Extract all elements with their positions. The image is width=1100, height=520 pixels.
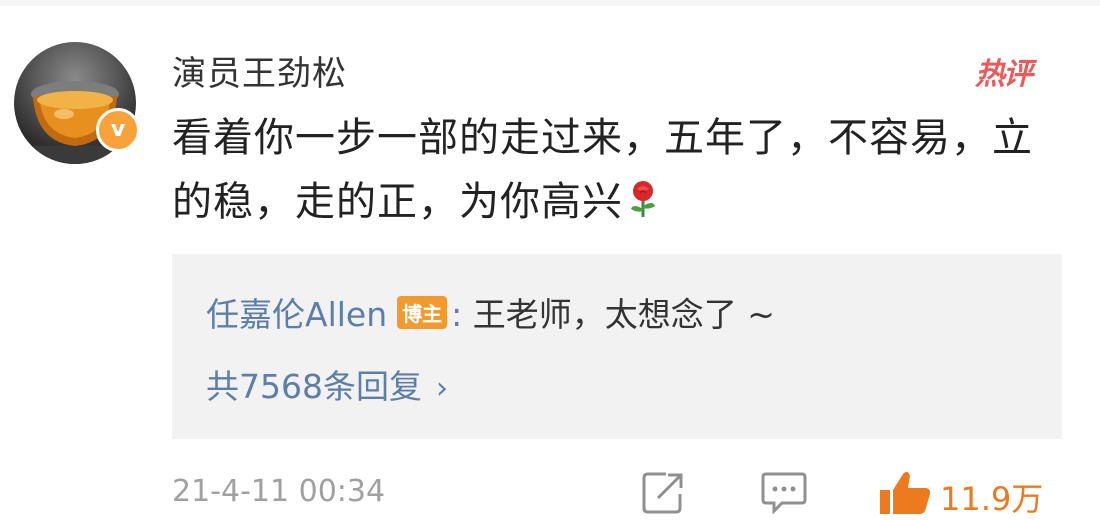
reply-separator: : bbox=[451, 295, 473, 334]
comment-body: 看着你一步一部的走过来，五年了，不容易，立的稳，走的正，为你高兴 bbox=[172, 106, 1052, 238]
reply-author[interactable]: 任嘉伦Allen bbox=[206, 295, 387, 334]
like-button[interactable] bbox=[878, 470, 932, 520]
reply-preview[interactable]: 任嘉伦Allen 博主: 王老师，太想念了 ~ 共7568条回复 › bbox=[172, 254, 1062, 439]
rose-icon bbox=[627, 174, 659, 238]
chevron-right-icon: › bbox=[435, 371, 448, 406]
view-replies-link[interactable]: 共7568条回复 › bbox=[206, 360, 448, 408]
share-icon bbox=[642, 472, 683, 514]
avatar-container[interactable]: v bbox=[14, 42, 140, 164]
hot-comment-badge: 热评 bbox=[975, 57, 1033, 92]
comment-timestamp: 21-4-11 00:34 bbox=[172, 474, 386, 509]
thumbs-up-icon bbox=[880, 471, 931, 514]
reply-line: 任嘉伦Allen 博主: 王老师，太想念了 ~ bbox=[206, 288, 775, 336]
verified-badge: v bbox=[96, 108, 140, 152]
blogger-badge: 博主 bbox=[397, 296, 448, 329]
reply-count-label: 共7568条回复 bbox=[206, 367, 422, 406]
reply-text: 王老师，太想念了 ~ bbox=[472, 295, 775, 334]
top-divider bbox=[0, 0, 1100, 6]
like-count: 11.9万 bbox=[940, 480, 1044, 518]
share-button[interactable] bbox=[640, 470, 686, 518]
comment-text: 看着你一步一部的走过来，五年了，不容易，立的稳，走的正，为你高兴 bbox=[172, 115, 1033, 225]
comment-icon bbox=[761, 472, 807, 515]
comment-username[interactable]: 演员王劲松 bbox=[172, 46, 347, 95]
comment-button[interactable] bbox=[760, 470, 808, 518]
